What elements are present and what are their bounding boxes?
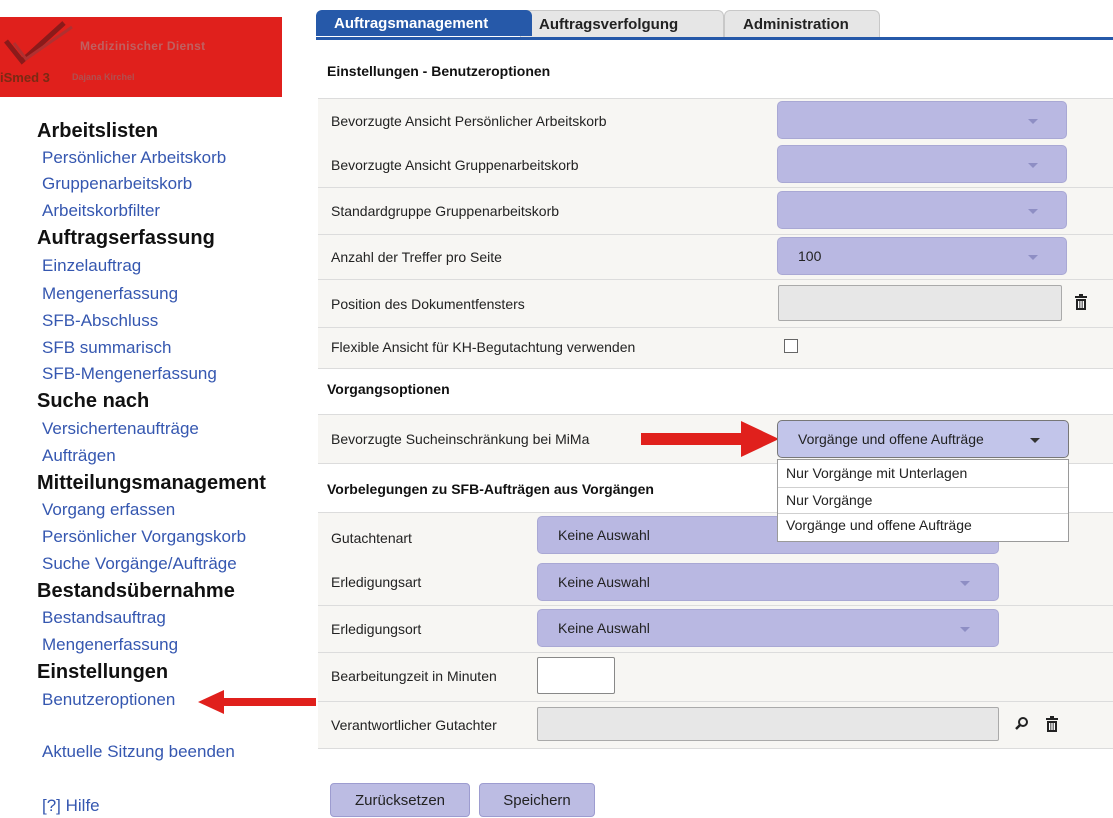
- dropdown-list-sucheinschraenkung: Nur Vorgänge mit Unterlagen Nur Vorgänge…: [777, 459, 1069, 542]
- logo-org-name: Medizinischer Dienst: [80, 39, 206, 53]
- nav-link-bestandsauftrag[interactable]: Bestandsauftrag: [42, 608, 166, 628]
- tab-underline: [316, 37, 1113, 40]
- logo-app-name: iSmed 3: [0, 70, 50, 85]
- tab-auftragsmanagement[interactable]: Auftragsmanagement: [316, 10, 532, 36]
- select-treffer[interactable]: 100: [777, 237, 1067, 275]
- arrow-annotation-benutzeroptionen: [198, 690, 316, 714]
- tab-administration-label: Administration: [743, 16, 849, 33]
- nav-link-gruppenarbeitskorb[interactable]: Gruppenarbeitskorb: [42, 174, 192, 194]
- nav-link-mengenerfassung[interactable]: Mengenerfassung: [42, 284, 178, 304]
- nav-group-auftragserfassung: Auftragserfassung: [37, 227, 215, 249]
- select-standardgruppe[interactable]: [777, 191, 1067, 229]
- search-icon[interactable]: [1015, 716, 1029, 730]
- tab-auftragsverfolgung[interactable]: Auftragsverfolgung: [520, 10, 724, 37]
- row-flexible: Flexible Ansicht für KH-Begutachtung ver…: [318, 328, 1113, 369]
- select-sucheinschraenkung[interactable]: Vorgänge und offene Aufträge: [777, 420, 1069, 458]
- nav-link-sfb-summarisch[interactable]: SFB summarisch: [42, 338, 171, 358]
- logo-user-name: Dajana Kirchel: [72, 72, 135, 82]
- nav-link-persoenlicher-arbeitskorb[interactable]: Persönlicher Arbeitskorb: [42, 148, 226, 168]
- section-title-sfb-vorbelegungen: Vorbelegungen zu SFB-Aufträgen aus Vorgä…: [327, 481, 654, 497]
- label-position: Position des Dokumentfensters: [331, 296, 525, 312]
- arrow-annotation-sucheinschraenkung: [641, 421, 779, 457]
- flexible-checkbox[interactable]: [784, 339, 798, 353]
- tab-administration[interactable]: Administration: [724, 10, 880, 37]
- nav-group-mitteilungsmanagement: Mitteilungsmanagement: [37, 472, 266, 494]
- nav-link-arbeitskorbfilter[interactable]: Arbeitskorbfilter: [42, 201, 160, 221]
- tab-auftragsmanagement-label: Auftragsmanagement: [334, 15, 489, 32]
- tab-auftragsverfolgung-label: Auftragsverfolgung: [539, 16, 679, 33]
- label-ansicht-persoenlich: Bevorzugte Ansicht Persönlicher Arbeitsk…: [331, 113, 607, 129]
- reset-button[interactable]: Zurücksetzen: [330, 783, 470, 817]
- help-link[interactable]: [?] Hilfe: [42, 796, 100, 816]
- nav-link-persoenlicher-vorgangskorb[interactable]: Persönlicher Vorgangskorb: [42, 527, 246, 547]
- nav-link-benutzeroptionen[interactable]: Benutzeroptionen: [42, 690, 175, 710]
- chevron-down-icon: [960, 627, 970, 632]
- bearbeitungszeit-input[interactable]: [537, 657, 615, 694]
- label-erledigungsort: Erledigungsort: [331, 621, 422, 637]
- nav-link-suche-vorgaenge-auftraege[interactable]: Suche Vorgänge/Aufträge: [42, 554, 237, 574]
- dropdown-separator: [778, 487, 1068, 488]
- dropdown-option-nur-vorgaenge-mit-unterlagen[interactable]: Nur Vorgänge mit Unterlagen: [786, 465, 967, 481]
- label-treffer: Anzahl der Treffer pro Seite: [331, 249, 502, 265]
- chevron-down-icon: [1028, 119, 1038, 124]
- nav-group-suche-nach: Suche nach: [37, 390, 150, 412]
- select-erledigungsart-value: Keine Auswahl: [558, 574, 650, 590]
- save-button[interactable]: Speichern: [479, 783, 595, 817]
- label-gutachtenart: Gutachtenart: [331, 530, 412, 546]
- chevron-down-icon: [1028, 255, 1038, 260]
- section-title-benutzeroptionen: Einstellungen - Benutzeroptionen: [327, 63, 551, 79]
- nav-link-auftraegen[interactable]: Aufträgen: [42, 446, 116, 466]
- nav-link-vorgang-erfassen[interactable]: Vorgang erfassen: [42, 500, 175, 520]
- position-field[interactable]: [778, 285, 1062, 321]
- chevron-down-icon: [1030, 438, 1040, 443]
- label-sucheinschraenkung: Bevorzugte Sucheinschränkung bei MiMa: [331, 431, 590, 447]
- label-standardgruppe: Standardgruppe Gruppenarbeitskorb: [331, 203, 560, 219]
- select-erledigungsort-value: Keine Auswahl: [558, 620, 650, 636]
- dropdown-separator: [778, 513, 1068, 514]
- nav-link-einzelauftrag[interactable]: Einzelauftrag: [42, 256, 141, 276]
- chevron-down-icon: [1028, 163, 1038, 168]
- label-ansicht-gruppe: Bevorzugte Ansicht Gruppenarbeitskorb: [331, 157, 579, 173]
- select-sucheinschraenkung-value: Vorgänge und offene Aufträge: [798, 431, 984, 447]
- chevron-down-icon: [1028, 209, 1038, 214]
- label-flexible: Flexible Ansicht für KH-Begutachtung ver…: [331, 339, 636, 355]
- nav-link-sfb-abschluss[interactable]: SFB-Abschluss: [42, 311, 158, 331]
- nav-group-arbeitslisten: Arbeitslisten: [37, 120, 159, 142]
- dropdown-option-vorgaenge-und-offene-auftraege[interactable]: Vorgänge und offene Aufträge: [786, 517, 972, 533]
- label-bearbeitungszeit: Bearbeitungzeit in Minuten: [331, 668, 497, 684]
- nav-group-bestandsuebernahme: Bestandsübernahme: [37, 580, 235, 602]
- label-erledigungsart: Erledigungsart: [331, 574, 422, 590]
- row-bearbeitungszeit: Bearbeitungzeit in Minuten: [318, 653, 1113, 702]
- nav-link-versichertenauftraege[interactable]: Versichertenaufträge: [42, 419, 199, 439]
- select-gutachtenart-value: Keine Auswahl: [558, 527, 650, 543]
- chevron-down-icon: [960, 581, 970, 586]
- select-ansicht-persoenlich[interactable]: [777, 101, 1067, 139]
- section-title-vorgangsoptionen: Vorgangsoptionen: [327, 381, 450, 397]
- nav-group-einstellungen: Einstellungen: [37, 661, 169, 683]
- trash-icon[interactable]: [1045, 716, 1059, 732]
- label-gutachter: Verantwortlicher Gutachter: [331, 717, 497, 733]
- select-treffer-value: 100: [798, 248, 822, 264]
- select-ansicht-gruppe[interactable]: [777, 145, 1067, 183]
- checkmark-logo-icon: [4, 21, 73, 65]
- dropdown-option-nur-vorgaenge[interactable]: Nur Vorgänge: [786, 492, 872, 508]
- select-erledigungsort[interactable]: Keine Auswahl: [537, 609, 999, 647]
- select-erledigungsart[interactable]: Keine Auswahl: [537, 563, 999, 601]
- nav-link-sfb-mengenerfassung[interactable]: SFB-Mengenerfassung: [42, 364, 217, 384]
- logo: Medizinischer Dienst iSmed 3 Dajana Kirc…: [0, 17, 282, 97]
- nav-link-mengenerfassung-bestand[interactable]: Mengenerfassung: [42, 635, 178, 655]
- logout-link[interactable]: Aktuelle Sitzung beenden: [42, 742, 235, 762]
- trash-icon[interactable]: [1074, 294, 1088, 310]
- gutachter-field[interactable]: [537, 707, 999, 741]
